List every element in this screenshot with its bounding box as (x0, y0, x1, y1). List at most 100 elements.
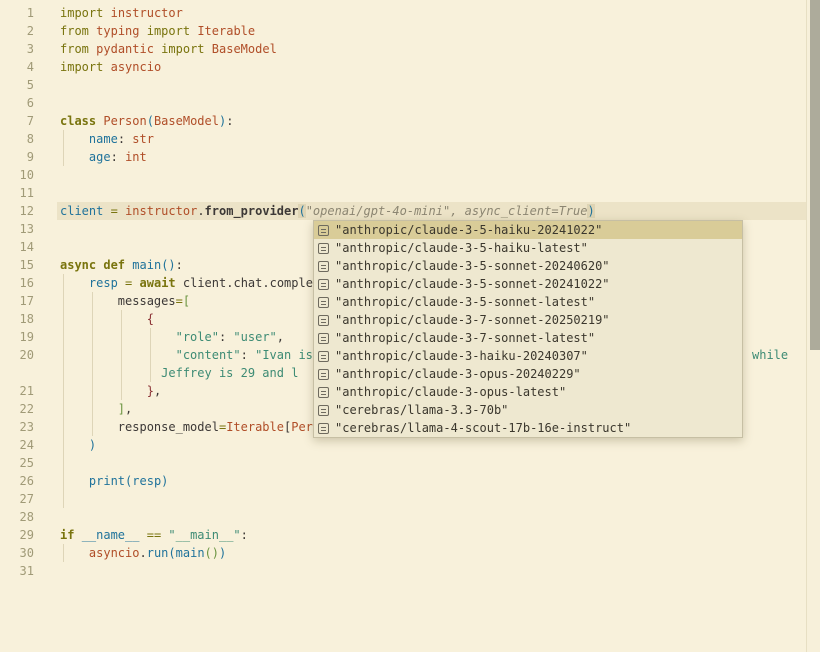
line-number: 8 (0, 130, 34, 148)
code-line[interactable]: 8 name: str (0, 130, 806, 148)
code-line[interactable]: 30 asyncio.run(main()) (0, 544, 806, 562)
code-token: "__main__" (168, 528, 240, 542)
code-token: messages (118, 294, 176, 308)
code-token: str (132, 132, 154, 146)
completion-item[interactable]: "anthropic/claude-3-5-haiku-latest" (314, 239, 742, 257)
line-number: 6 (0, 94, 34, 112)
code-content: class Person(BaseModel): (57, 112, 806, 130)
code-content: asyncio.run(main()) (57, 544, 806, 562)
code-line[interactable]: 31 (0, 562, 806, 580)
completion-label: "anthropic/claude-3-opus-latest" (335, 383, 566, 401)
code-line[interactable]: 6 (0, 94, 806, 112)
code-token: : (241, 348, 248, 362)
code-line[interactable]: 10 (0, 166, 806, 184)
indent-guide (150, 346, 151, 364)
completion-item[interactable]: "anthropic/claude-3-5-sonnet-latest" (314, 293, 742, 311)
code-token (60, 348, 176, 362)
text-lines-icon (318, 423, 329, 434)
completion-label: "anthropic/claude-3-opus-20240229" (335, 365, 581, 383)
code-token: class (60, 114, 96, 128)
indent-guide (63, 346, 64, 364)
completion-item[interactable]: "anthropic/claude-3-haiku-20240307" (314, 347, 742, 365)
indent-guide (121, 346, 122, 364)
code-token: client (60, 204, 103, 218)
code-line[interactable]: 4import asyncio (0, 58, 806, 76)
completion-item[interactable]: "anthropic/claude-3-7-sonnet-latest" (314, 329, 742, 347)
code-token (74, 528, 81, 542)
completion-label: "anthropic/claude-3-7-sonnet-latest" (335, 329, 595, 347)
line-number: 14 (0, 238, 34, 256)
code-token (60, 384, 147, 398)
code-token (248, 348, 255, 362)
code-token: ( (298, 204, 305, 218)
indent-guide (92, 418, 93, 436)
completion-item[interactable]: "cerebras/llama-4-scout-17b-16e-instruct… (314, 419, 742, 437)
vertical-scrollbar[interactable] (806, 0, 820, 652)
completion-item[interactable]: "anthropic/claude-3-opus-20240229" (314, 365, 742, 383)
code-token: , (277, 330, 284, 344)
text-lines-icon (318, 261, 329, 272)
indent-guide (63, 328, 64, 346)
code-line[interactable]: 7 class Person(BaseModel): (0, 112, 806, 130)
line-number: 5 (0, 76, 34, 94)
code-line[interactable]: 24 ) (0, 436, 806, 454)
code-token: main (176, 546, 205, 560)
indent-guide (92, 364, 93, 382)
completion-item[interactable]: "anthropic/claude-3-5-haiku-20241022" (314, 221, 742, 239)
code-token: from (60, 24, 89, 38)
code-line[interactable]: 26 print(resp) (0, 472, 806, 490)
code-token: comple (270, 276, 313, 290)
indent-guide (63, 454, 64, 472)
completion-item[interactable]: "anthropic/claude-3-opus-latest" (314, 383, 742, 401)
code-line[interactable]: 9 age: int (0, 148, 806, 166)
line-number: 23 (0, 418, 34, 436)
code-token: Per (291, 420, 313, 434)
line-number: 10 (0, 166, 34, 184)
code-token (60, 330, 176, 344)
code-token: : (241, 528, 248, 542)
code-line[interactable]: 2from typing import Iterable (0, 22, 806, 40)
code-line[interactable]: 27 (0, 490, 806, 508)
code-token (205, 42, 212, 56)
code-line[interactable]: 1import instructor (0, 4, 806, 22)
indent-guide (92, 292, 93, 310)
code-content: ) (57, 436, 806, 454)
code-token: == (147, 528, 161, 542)
completion-item[interactable]: "anthropic/claude-3-5-sonnet-20241022" (314, 275, 742, 293)
code-token (140, 24, 147, 38)
line-number: 22 (0, 400, 34, 418)
code-line[interactable]: 28 (0, 508, 806, 526)
completion-item[interactable]: "anthropic/claude-3-5-sonnet-20240620" (314, 257, 742, 275)
indent-guide (63, 382, 64, 400)
code-line[interactable]: 25 (0, 454, 806, 472)
line-number: 7 (0, 112, 34, 130)
code-line[interactable]: 12client = instructor.from_provider("ope… (0, 202, 806, 220)
scrollbar-thumb[interactable] (810, 0, 820, 350)
code-token: "role" (176, 330, 219, 344)
line-number: 24 (0, 436, 34, 454)
code-token: response_model (118, 420, 219, 434)
indent-guide (63, 436, 64, 454)
code-token (60, 150, 89, 164)
completion-item[interactable]: "anthropic/claude-3-7-sonnet-20250219" (314, 311, 742, 329)
code-line[interactable]: 29if __name__ == "__main__": (0, 526, 806, 544)
code-token (60, 438, 89, 452)
code-token (176, 276, 183, 290)
code-content: from pydantic import BaseModel (57, 40, 806, 58)
code-token (60, 366, 161, 380)
code-token (60, 402, 118, 416)
completion-label: "anthropic/claude-3-5-sonnet-latest" (335, 293, 595, 311)
completion-menu[interactable]: "anthropic/claude-3-5-haiku-20241022""an… (313, 220, 743, 438)
code-line[interactable]: 3from pydantic import BaseModel (0, 40, 806, 58)
code-line[interactable]: 11 (0, 184, 806, 202)
line-number: 19 (0, 328, 34, 346)
code-token: asyncio (111, 60, 162, 74)
code-token: typing (96, 24, 139, 38)
code-line[interactable]: 5 (0, 76, 806, 94)
inline-ghost-suggestion: "openai/gpt-4o-mini", async_client=True (306, 204, 588, 218)
code-content (57, 508, 806, 526)
code-token (60, 276, 89, 290)
completion-item[interactable]: "cerebras/llama-3.3-70b" (314, 401, 742, 419)
code-token: __name__ (82, 528, 140, 542)
indent-guide (121, 382, 122, 400)
